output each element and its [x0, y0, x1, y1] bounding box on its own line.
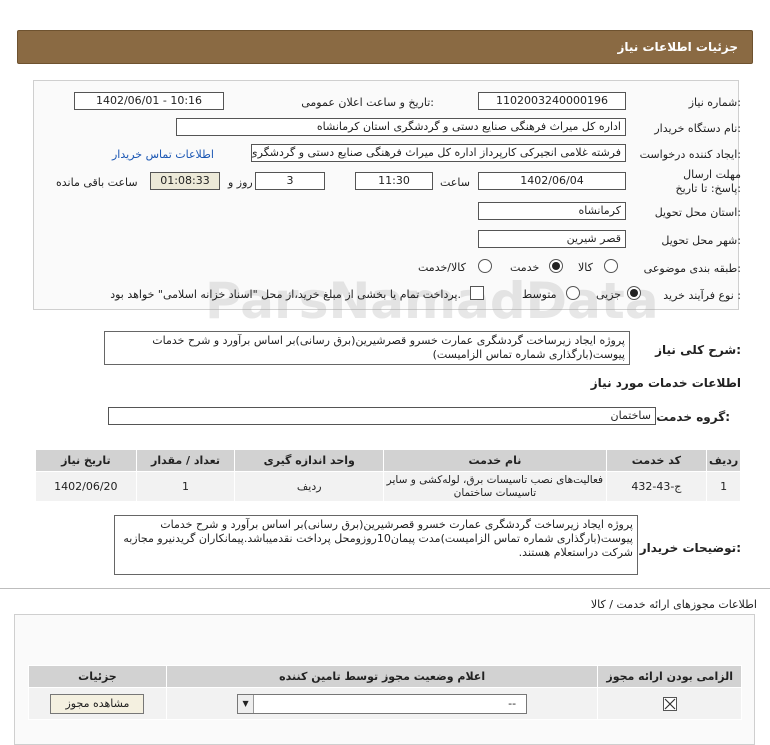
process-minor-label: جزیی: [596, 288, 622, 301]
days-label: روز و: [228, 176, 253, 189]
row-index: 1: [706, 471, 741, 502]
requester-field: فرشته غلامی انجیرکی کارپرداز اداره کل می…: [251, 144, 626, 162]
process-medium-radio[interactable]: [566, 286, 580, 300]
license-status-select[interactable]: ▼ --: [237, 693, 528, 714]
process-minor-radio[interactable]: [627, 286, 641, 300]
col-license-required: الزامی بودن ارائه مجوز: [597, 665, 742, 688]
licenses-table-header: الزامی بودن ارائه مجوز اعلام وضعیت مجوز …: [28, 665, 742, 688]
service-group-label: گروه خدمت:: [656, 410, 730, 424]
summary-text: پروژه ایجاد زیرساخت گردشگری عمارت خسرو ق…: [104, 331, 630, 365]
announce-field: 1402/06/01 - 10:16: [74, 92, 224, 110]
deadline-time-label: ساعت: [440, 176, 470, 189]
category-service-radio[interactable]: [549, 259, 563, 273]
announce-label: تاریخ و ساعت اعلان عمومی:: [301, 96, 434, 109]
days-field: 3: [255, 172, 325, 190]
category-goods-radio[interactable]: [604, 259, 618, 273]
col-date: تاریخ نیاز: [35, 449, 137, 472]
buyer-org-field: اداره کل میراث فرهنگی صنایع دستی و گردشگ…: [176, 118, 626, 136]
category-goods-service-radio[interactable]: [478, 259, 492, 273]
col-qty: تعداد / مقدار: [135, 449, 236, 472]
need-number-field: 1102003240000196: [478, 92, 626, 110]
treasury-checkbox[interactable]: [470, 286, 484, 300]
services-title: اطلاعات خدمات مورد نیاز: [590, 376, 741, 390]
table-row: ▼ -- مشاهده مجوز: [28, 687, 742, 720]
services-table-header: ردیف کد خدمت نام خدمت واحد اندازه گیری ت…: [35, 449, 741, 472]
col-license-status: اعلام وضعیت مجوز توسط تامین کننده: [165, 665, 599, 688]
checked-box-icon: [662, 696, 677, 711]
buyer-contact-link[interactable]: اطلاعات تماس خریدار: [112, 148, 214, 161]
city-field: قصر شیرین: [478, 230, 626, 248]
services-table: ردیف کد خدمت نام خدمت واحد اندازه گیری ت…: [35, 449, 741, 502]
license-details-cell: مشاهده مجوز: [28, 687, 167, 720]
province-field: کرمانشاه: [478, 202, 626, 220]
col-license-details: جزئیات: [28, 665, 167, 688]
row-code: ج-43-432: [605, 471, 708, 502]
deadline-label: مهلت ارسال پاسخ: تا تاریخ:: [675, 168, 741, 195]
requester-label: ایجاد کننده درخواست:: [639, 148, 741, 161]
col-code: کد خدمت: [605, 449, 708, 472]
process-medium-label: متوسط: [522, 288, 557, 301]
table-row: 1 ج-43-432 فعالیت‌های نصب تاسیسات برق، ل…: [35, 471, 741, 502]
section-divider: [0, 588, 770, 589]
process-label: نوع فرآیند خرید :: [663, 289, 741, 302]
need-number-label: شماره نیاز:: [688, 96, 741, 109]
view-license-button[interactable]: مشاهده مجوز: [50, 693, 145, 714]
category-label: طبقه بندی موضوعی:: [643, 262, 741, 275]
chevron-down-icon: ▼: [238, 694, 255, 713]
city-label: شهر محل تحویل:: [661, 234, 741, 247]
col-name: نام خدمت: [383, 449, 607, 472]
deadline-date-field: 1402/06/04: [478, 172, 626, 190]
need-details-panel: [33, 80, 739, 310]
deadline-time-field: 11:30: [355, 172, 433, 190]
service-group-field: ساختمان: [108, 407, 656, 425]
treasury-note: پرداخت تمام یا بخشی از مبلغ خرید،از محل …: [110, 288, 461, 301]
remaining-time-label: ساعت باقی مانده: [56, 176, 138, 189]
buyer-notes-text: پروژه ایجاد زیرساخت گردشگری عمارت خسرو ق…: [114, 515, 638, 575]
remaining-time-field: 01:08:33: [150, 172, 220, 190]
license-status-cell: ▼ --: [165, 687, 599, 720]
province-label: استان محل تحویل:: [654, 206, 741, 219]
row-date: 1402/06/20: [35, 471, 137, 502]
col-index: ردیف: [706, 449, 741, 472]
license-required-cell: [597, 687, 742, 720]
row-qty: 1: [135, 471, 236, 502]
buyer-notes-label: توضیحات خریدار:: [639, 541, 741, 555]
summary-label: شرح کلی نیاز:: [655, 343, 741, 357]
category-service-label: خدمت: [510, 261, 540, 274]
col-unit: واحد اندازه گیری: [234, 449, 385, 472]
page-header: جزئیات اطلاعات نیاز: [17, 30, 753, 64]
category-goods-label: کالا: [578, 261, 593, 274]
row-unit: ردیف: [234, 471, 385, 502]
buyer-org-label: نام دستگاه خریدار:: [654, 122, 741, 135]
category-goods-service-label: کالا/خدمت: [418, 261, 466, 274]
licenses-title: اطلاعات مجوزهای ارائه خدمت / کالا: [590, 598, 757, 611]
license-status-value: --: [508, 696, 517, 710]
row-name: فعالیت‌های نصب تاسیسات برق، لوله‌کشی و س…: [383, 471, 607, 502]
licenses-table: الزامی بودن ارائه مجوز اعلام وضعیت مجوز …: [28, 665, 742, 720]
